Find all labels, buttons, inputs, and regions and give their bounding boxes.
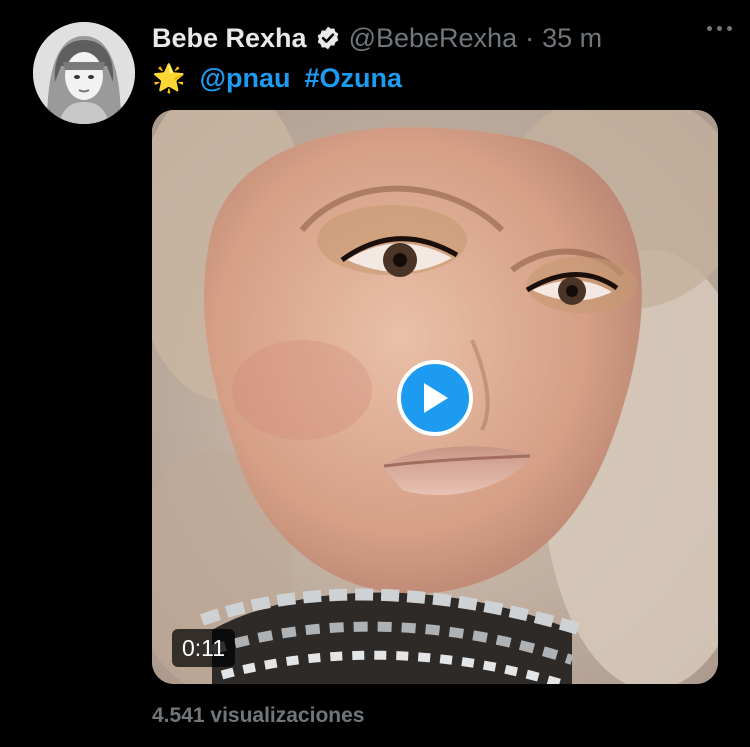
tweet-timestamp[interactable]: 35 m <box>542 23 602 54</box>
play-button[interactable] <box>397 360 473 436</box>
tweet-text: 🌟 @pnau #Ozuna <box>152 60 402 96</box>
separator-dot: · <box>525 22 535 53</box>
avatar-image <box>33 22 135 124</box>
author-handle[interactable]: @BebeRexha <box>349 23 518 54</box>
more-options-icon[interactable] <box>707 26 732 31</box>
play-icon <box>424 383 448 413</box>
author-avatar[interactable] <box>33 22 135 124</box>
star-emoji: 🌟 <box>152 63 186 93</box>
video-player[interactable]: 0:11 <box>152 110 718 684</box>
mention-link[interactable]: @pnau <box>200 63 291 94</box>
view-count: 4.541 visualizaciones <box>152 704 365 727</box>
video-duration-badge: 0:11 <box>172 629 236 667</box>
author-name[interactable]: Bebe Rexha <box>152 23 307 54</box>
hashtag-link[interactable]: #Ozuna <box>304 63 402 94</box>
verified-badge-icon <box>315 25 341 51</box>
tweet-header: Bebe Rexha @BebeRexha · 35 m <box>152 20 730 56</box>
